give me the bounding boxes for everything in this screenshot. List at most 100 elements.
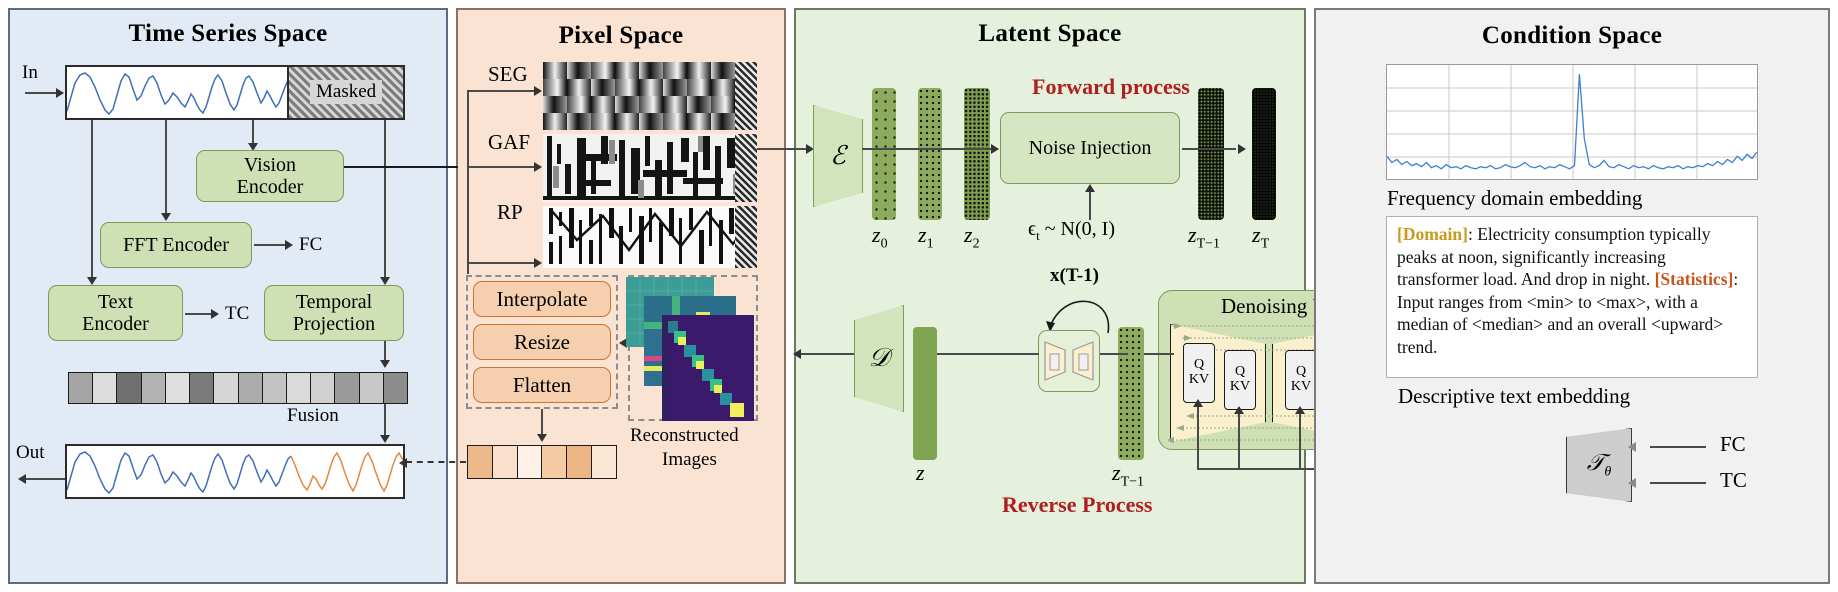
vision-encoder-box[interactable]: Vision Encoder xyxy=(196,150,344,202)
masked-label: Masked xyxy=(310,80,383,104)
token-cell xyxy=(117,373,142,403)
latent-bar-z0 xyxy=(872,88,896,220)
latent-bar-zT-1 xyxy=(1198,88,1224,220)
line-to-fft-encoder xyxy=(165,120,167,216)
tc-condition-label: TC xyxy=(1720,468,1747,492)
input-label: In xyxy=(22,62,38,83)
resize-label: Resize xyxy=(514,329,570,354)
qkv-block-3: Q KV xyxy=(1285,350,1317,410)
pixel-token-cell xyxy=(592,446,616,478)
line-to-temporal-projection xyxy=(384,120,386,280)
vision-encoder-out-line xyxy=(344,166,458,168)
interpolate-label: Interpolate xyxy=(496,286,588,311)
gaf-label: GAF xyxy=(488,130,531,154)
panel-title-condition: Condition Space xyxy=(1481,22,1663,49)
output-label: Out xyxy=(16,442,45,463)
frequency-caption: Frequency domain embedding xyxy=(1387,186,1643,210)
x-t-minus-1-label: x(T-1) xyxy=(1050,265,1099,286)
pixel-bus-to-gaf xyxy=(467,166,539,168)
reconstructed-image-front xyxy=(662,315,754,421)
zT-label: zT xyxy=(1252,222,1270,252)
gaf-image-svg xyxy=(543,134,755,202)
pixel-token-cell xyxy=(468,446,493,478)
line-mini-unet-to-zTm1 xyxy=(1100,353,1128,355)
token-strip xyxy=(68,372,408,404)
text-encoder-label-2: Encoder xyxy=(82,313,149,335)
cond-arrow-2 xyxy=(1234,406,1244,414)
line-encoder-to-noise xyxy=(862,148,998,150)
flatten-box[interactable]: Flatten xyxy=(473,367,611,403)
panel-title-pixel: Pixel Space xyxy=(558,22,684,49)
latent-bar-z1 xyxy=(918,88,942,220)
pixel-token-cell xyxy=(567,446,593,478)
interpolate-box[interactable]: Interpolate xyxy=(473,281,611,317)
rp-image-svg xyxy=(543,206,755,268)
cond-line-1 xyxy=(1197,405,1199,469)
decoder-symbol: 𝒟 xyxy=(868,343,890,372)
arrow-to-rp xyxy=(534,258,542,268)
z2-label: z2 xyxy=(964,222,980,252)
token-cell xyxy=(238,373,263,403)
flatten-label: Flatten xyxy=(512,372,572,397)
reverse-process-label: Reverse Process xyxy=(1002,492,1153,517)
qkv-kv-label: KV xyxy=(1229,379,1251,394)
token-cell xyxy=(69,373,94,403)
fft-encoder-label: FFT Encoder xyxy=(123,233,229,256)
resize-box[interactable]: Resize xyxy=(473,324,611,360)
line-zTm1-to-unet xyxy=(1144,353,1174,355)
encoder-trapezoid[interactable]: ℰ xyxy=(813,105,863,207)
output-waveform xyxy=(66,451,404,495)
pixel-token-strip xyxy=(467,445,617,479)
gaf-masked-patch xyxy=(735,134,757,202)
line-fc-to-t-theta xyxy=(1650,446,1706,448)
rp-image xyxy=(543,206,755,268)
panel-title-latent: Latent Space xyxy=(978,20,1122,47)
line-z-to-mini-unet xyxy=(937,353,1039,355)
vision-encoder-label-1: Vision xyxy=(243,153,297,176)
fc-condition-label: FC xyxy=(1720,432,1746,456)
qkv-kv-label: KV xyxy=(1188,372,1210,387)
fft-encoder-box[interactable]: FFT Encoder xyxy=(100,222,252,268)
line-flatten-to-strip xyxy=(541,409,543,437)
noise-injection-box[interactable]: Noise Injection xyxy=(1000,112,1180,184)
noise-distribution-label: ϵt ~ N(0, I) xyxy=(1028,218,1115,243)
recon-front-svg xyxy=(662,315,754,421)
line-pixel-to-encoder xyxy=(757,148,811,150)
decoder-trapezoid[interactable]: 𝒟 xyxy=(854,305,904,412)
statistics-key: [Statistics] xyxy=(1654,269,1734,290)
temporal-projection-label-2: Projection xyxy=(292,313,376,335)
token-cell xyxy=(286,373,312,403)
cond-line-3 xyxy=(1299,412,1301,469)
temporal-projection-label-1: Temporal xyxy=(295,290,373,313)
pixel-token-cell xyxy=(517,446,543,478)
rp-label: RP xyxy=(497,200,523,224)
zT-minus-1-reverse-label: zT−1 xyxy=(1112,460,1145,490)
qkv-block-2: Q KV xyxy=(1224,350,1256,410)
token-cell xyxy=(262,373,287,403)
panel-title-time-series: Time Series Space xyxy=(128,20,328,47)
output-series-box xyxy=(65,444,405,499)
latent-bar-zTm1-reverse xyxy=(1118,327,1144,460)
reconstructed-images-label-1: Reconstructed xyxy=(630,425,739,446)
line-pixel-to-output xyxy=(406,461,466,465)
z-plain-label: z xyxy=(916,460,925,485)
fc-output-label: FC xyxy=(299,234,323,255)
arrow-text-to-tc xyxy=(211,309,219,319)
output-arrow-head xyxy=(18,474,26,484)
arrow-temporal-to-strip xyxy=(380,360,390,368)
descriptive-caption: Descriptive text embedding xyxy=(1398,384,1631,408)
mini-unet-box xyxy=(1038,330,1100,392)
token-cell xyxy=(359,373,384,403)
temporal-projection-box[interactable]: Temporal Projection xyxy=(264,285,404,341)
token-cell xyxy=(311,373,336,403)
arrow-to-seg xyxy=(534,86,542,96)
token-cell xyxy=(190,373,215,403)
seg-masked-patch xyxy=(735,62,757,130)
token-cell xyxy=(93,373,118,403)
seg-image xyxy=(543,62,755,130)
line-to-text-encoder xyxy=(91,120,93,280)
cond-arrow-3 xyxy=(1295,406,1305,414)
text-encoder-box[interactable]: Text Encoder xyxy=(48,285,183,341)
t-theta-trapezoid[interactable]: 𝒯θ xyxy=(1566,428,1632,502)
vision-encoder-label-2: Encoder xyxy=(236,176,304,198)
